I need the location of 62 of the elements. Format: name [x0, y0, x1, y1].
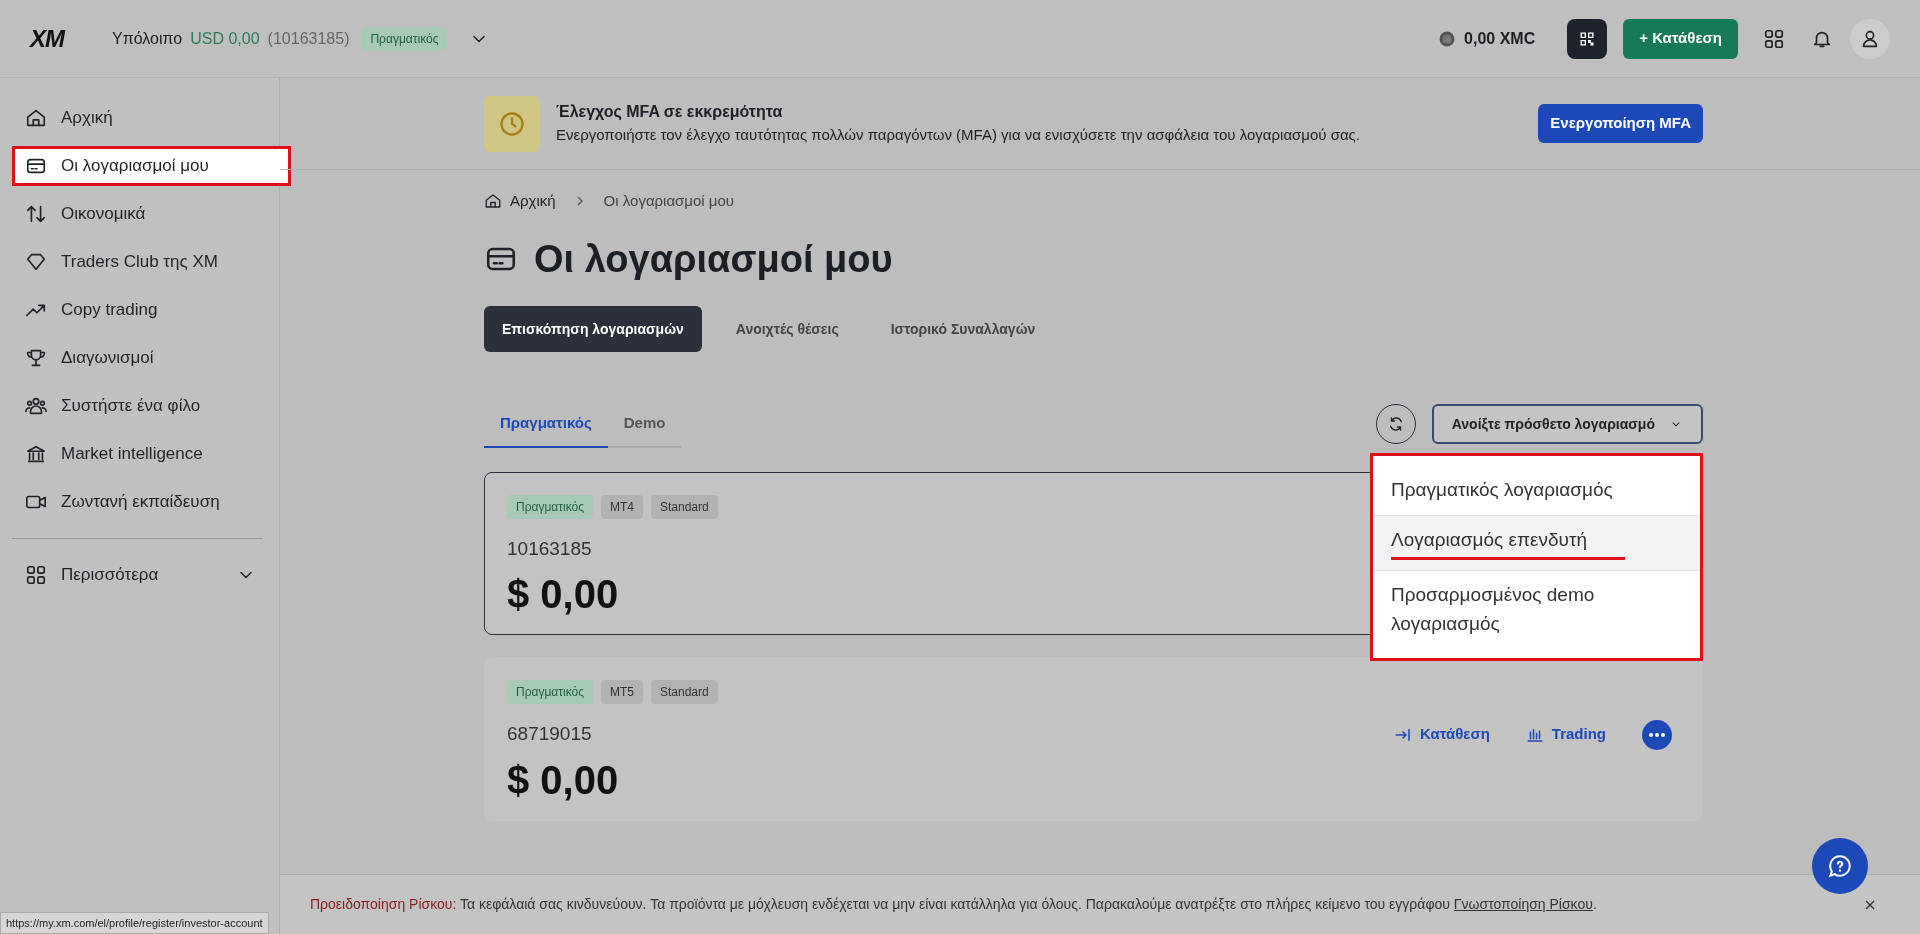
account-balance: $ 0,00 [507, 571, 619, 616]
account-card[interactable]: Πραγματικός MT5 Standard 68719015 Κατάθεση Trading $ 0,00 [484, 656, 1703, 821]
people-icon [25, 395, 47, 417]
account-type-tab[interactable]: Πραγματικός [484, 400, 608, 449]
balance-amount: USD 0,00 [190, 28, 260, 49]
sidebar-more-item[interactable]: Περισσότερα [12, 555, 269, 595]
view-tab[interactable]: Ανοιχτές θέσεις [717, 306, 857, 353]
banner-text: Ενεργοποιήστε τον έλεγχο ταυτότητας πολλών παραγόντων (MFA) για να ενισχύσετε την ασφάλεια του λογαριασμού σας. [556, 125, 1361, 146]
profile-button[interactable] [1850, 18, 1890, 59]
transfer-arrows-icon [25, 203, 47, 225]
more-options-button[interactable] [1642, 719, 1672, 750]
home-icon [484, 192, 502, 211]
account-type-badge: Πραγματικός [361, 26, 448, 51]
diamond-icon [25, 251, 47, 273]
account-tag: Πραγματικός [507, 679, 593, 704]
account-type-tab[interactable]: Demo [607, 400, 682, 449]
help-chat-button[interactable] [1812, 838, 1868, 894]
breadcrumb-current: Οι λογαριασμοί μου [603, 191, 735, 211]
home-icon [25, 107, 47, 129]
banner-title: Έλεγχος MFA σε εκκρεμότητα [556, 102, 784, 123]
account-tag: Πραγματικός [507, 495, 593, 520]
clock-icon [498, 109, 526, 138]
bank-icon [25, 443, 47, 465]
sidebar-item[interactable]: Copy trading [12, 290, 269, 330]
sidebar-item[interactable]: Συστήστε ένα φίλο [12, 386, 269, 426]
account-tag: MT4 [601, 495, 643, 520]
sidebar-item[interactable]: Αρχική [12, 98, 269, 138]
risk-disclosure-link[interactable]: Γνωστοποίηση Ρίσκου [1453, 896, 1593, 912]
account-balance: $ 0,00 [507, 757, 619, 802]
enable-mfa-button[interactable]: Ενεργοποίηση MFA [1538, 104, 1703, 143]
question-bubble-icon [1827, 853, 1853, 879]
grid-icon [25, 564, 47, 586]
view-tab[interactable]: Επισκόπηση λογαριασμών [484, 306, 702, 353]
account-tag: Standard [651, 679, 718, 704]
sidebar-item[interactable]: Οικονομικά [12, 194, 269, 234]
balance-label: Υπόλοιπο [112, 28, 183, 49]
sidebar-item[interactable]: Market intelligence [12, 434, 269, 474]
account-number: 68719015 [507, 722, 592, 747]
sidebar-item[interactable]: Διαγωνισμοί [12, 338, 269, 378]
xmc-balance: 0,00 XMC [1464, 28, 1536, 49]
breadcrumb-link[interactable]: Αρχική [484, 190, 556, 213]
status-bar-url: https://my.xm.com/el/profile/register/investor-account [0, 911, 269, 934]
deposit-button[interactable]: + Κατάθεση [1623, 18, 1738, 59]
view-tab[interactable]: Ιστορικό Συναλλαγών [872, 306, 1054, 353]
account-tag: MT5 [601, 679, 643, 704]
open-account-button[interactable]: Ανοίξτε πρόσθετο λογαριασμό [1431, 404, 1703, 445]
account-action-link[interactable]: Trading [1525, 723, 1606, 746]
account-action-link[interactable]: Κατάθεση [1393, 723, 1490, 746]
risk-warning-text: Προειδοποίηση Ρίσκου: Τα κεφάλαιά σας κινδυνεύουν. Τα προϊόντα με μόχλευση ενδέχεται να μην είναι κατάλληλα για όλους. Παρακαλούμε ανατρέξτε στο πλήρες κείμενο του εγγράφου Γνωστοποίηση Ρίσκου. [310, 895, 1598, 914]
sidebar-item[interactable]: Ζωντανή εκπαίδευση [12, 482, 269, 522]
ellipsis-icon [1649, 732, 1665, 737]
sidebar-item[interactable]: Traders Club της XM [12, 242, 269, 282]
logo[interactable]: XM [30, 20, 64, 57]
grid-icon [1763, 27, 1785, 50]
account-tag: Standard [651, 495, 718, 520]
qr-code-button[interactable] [1567, 18, 1608, 59]
sidebar-item[interactable]: Οι λογαριασμοί μου [12, 146, 291, 186]
coin-icon [1438, 29, 1457, 48]
page-title: Οι λογαριασμοί μου [534, 236, 893, 282]
account-number: (10163185) [267, 28, 350, 49]
account-number: 10163185 [507, 537, 592, 562]
trophy-icon [25, 347, 47, 369]
